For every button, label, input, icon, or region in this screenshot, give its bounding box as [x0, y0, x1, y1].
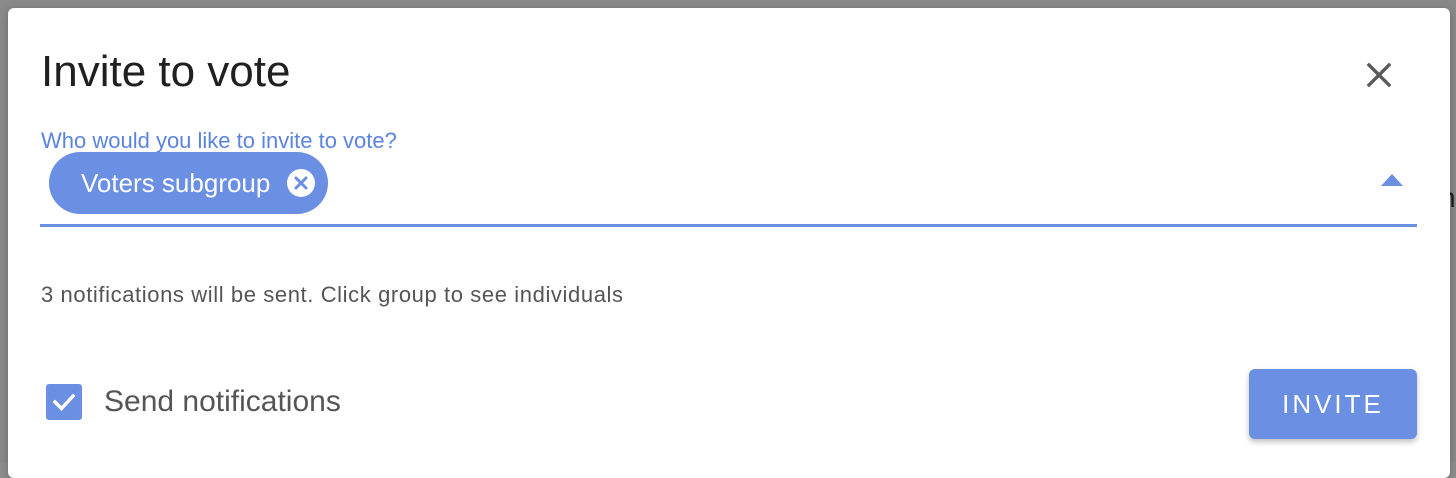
notification-count-text: 3 notifications will be sent. Click grou…	[41, 282, 624, 307]
cancel-circle-icon[interactable]	[286, 168, 316, 198]
dialog-title: Invite to vote	[41, 47, 291, 96]
chip-voters-subgroup[interactable]: Voters subgroup	[49, 152, 329, 214]
send-notifications-label: Send notifications	[104, 385, 341, 418]
send-notifications-toggle[interactable]: Send notifications	[46, 384, 341, 420]
close-button[interactable]	[1360, 56, 1398, 94]
invitees-field-label: Who would you like to invite to vote?	[41, 128, 397, 153]
invite-button[interactable]: INVITE	[1249, 369, 1417, 439]
check-icon	[52, 393, 76, 411]
dropdown-toggle[interactable]	[1381, 174, 1403, 186]
close-icon	[1366, 62, 1392, 88]
invitees-select[interactable]: Voters subgroup	[40, 152, 1417, 227]
invite-dialog: Invite to vote Who would you like to inv…	[8, 8, 1450, 478]
chip-label: Voters subgroup	[81, 167, 271, 198]
send-notifications-checkbox[interactable]	[46, 384, 82, 420]
arrow-up-icon	[1381, 174, 1403, 186]
